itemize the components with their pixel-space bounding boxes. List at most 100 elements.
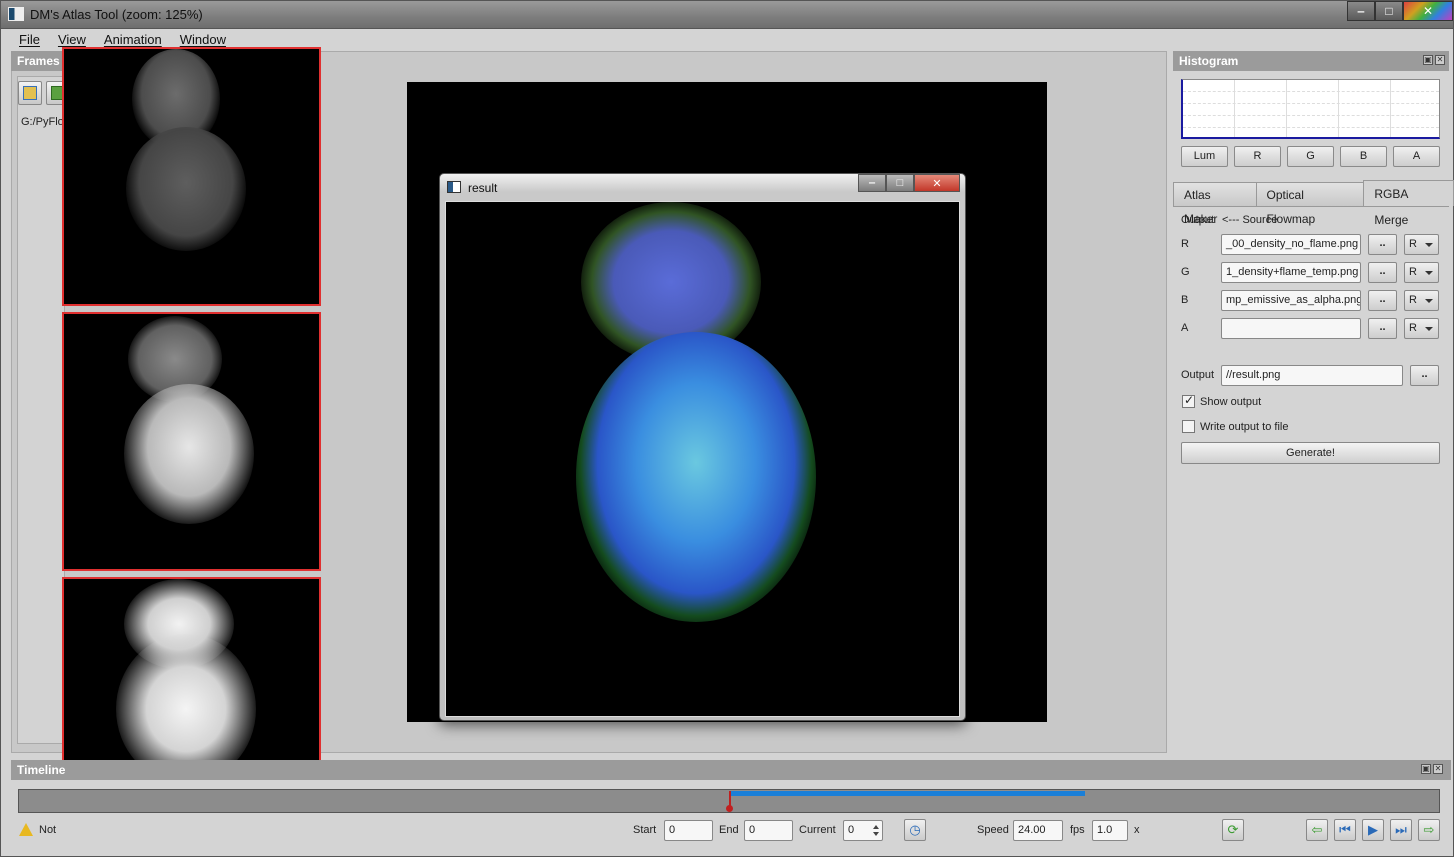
timeline-track[interactable]: [18, 789, 1440, 813]
chevron-down-icon: [1425, 327, 1433, 331]
source-file-a[interactable]: [1221, 318, 1361, 339]
speed-label: Speed: [977, 824, 1009, 836]
browse-button-a[interactable]: ..: [1368, 318, 1397, 339]
frames-path: G:/PyFlo: [21, 116, 64, 128]
source-file-r[interactable]: _00_density_no_flame.png: [1221, 234, 1361, 255]
clock-button[interactable]: ◷: [904, 819, 926, 841]
start-field[interactable]: 0: [664, 820, 713, 841]
maximize-button[interactable]: □: [1375, 1, 1403, 21]
output-file-field[interactable]: //result.png: [1221, 365, 1403, 386]
browse-button-g[interactable]: ..: [1368, 262, 1397, 283]
show-output-checkbox[interactable]: ✓: [1182, 393, 1195, 408]
histogram-lum-button[interactable]: Lum: [1181, 146, 1228, 167]
close-button[interactable]: ✕: [1403, 1, 1453, 21]
skip-start-icon: ⏮: [1339, 822, 1351, 837]
result-maximize-button[interactable]: □: [886, 174, 914, 192]
result-window-icon: [447, 181, 461, 193]
source-channel-select-g[interactable]: R: [1404, 262, 1439, 283]
rgba-merge-panel: [1173, 206, 1449, 751]
timeline-range: [731, 791, 1085, 796]
minimize-button[interactable]: ‒: [1347, 1, 1375, 21]
end-label: End: [719, 824, 739, 836]
menu-file[interactable]: File: [9, 30, 48, 50]
current-frame-spinner[interactable]: 0: [843, 820, 883, 841]
source-channel-select-r[interactable]: R: [1404, 234, 1439, 255]
output-browse-button[interactable]: ..: [1410, 365, 1439, 386]
tab-rgba-merge[interactable]: RGBA Merge: [1363, 180, 1454, 227]
histogram-a-button[interactable]: A: [1393, 146, 1440, 167]
play-icon: ▶: [1368, 822, 1378, 837]
last-frame-button[interactable]: ⏭: [1390, 819, 1412, 841]
clock-icon: ◷: [909, 822, 921, 837]
tab-atlas-maker[interactable]: Atlas Maker: [1173, 182, 1257, 226]
write-output-checkbox[interactable]: [1182, 420, 1195, 433]
step-forward-button[interactable]: ⇨: [1418, 819, 1440, 841]
generate-button[interactable]: Generate!: [1181, 442, 1440, 464]
timeline-dock-header[interactable]: Timeline ▣ ✕: [11, 760, 1451, 780]
checkmark-icon: ✓: [1184, 393, 1195, 407]
histogram-chart: [1181, 79, 1440, 139]
channel-label-b: B: [1181, 294, 1189, 306]
frame-thumbnail-g[interactable]: [62, 312, 321, 571]
frames-list[interactable]: [17, 76, 65, 744]
source-file-g[interactable]: 1_density+flame_temp.png: [1221, 262, 1361, 283]
warning-icon: [19, 823, 33, 836]
current-label: Current: [799, 824, 836, 836]
merge-source-header: <--- Source: [1222, 214, 1278, 226]
chevron-down-icon: [1425, 243, 1433, 247]
loop-icon: ⟳: [1227, 822, 1239, 837]
write-output-label: Write output to file: [1200, 421, 1289, 433]
merge-output-header: Output: [1181, 214, 1215, 226]
result-preview: [445, 201, 960, 717]
chevron-down-icon: [1425, 299, 1433, 303]
channel-label-a: A: [1181, 322, 1189, 334]
arrow-left-icon: ⇦: [1311, 822, 1323, 837]
result-close-button[interactable]: ✕: [914, 174, 960, 192]
loop-button[interactable]: ⟳: [1222, 819, 1244, 841]
smoke-shape: [124, 384, 254, 524]
histogram-b-button[interactable]: B: [1340, 146, 1387, 167]
result-window[interactable]: result ‒ □ ✕: [439, 173, 966, 721]
title-bar[interactable]: DM's Atlas Tool (zoom: 125%) ‒ □ ✕: [1, 1, 1453, 29]
arrow-right-icon: ⇨: [1423, 822, 1435, 837]
smoke-shape: [126, 127, 246, 251]
close-icon[interactable]: ✕: [1435, 55, 1445, 65]
histogram-title: Histogram: [1179, 54, 1239, 68]
histogram-r-button[interactable]: R: [1234, 146, 1281, 167]
timeline-status: Not: [39, 824, 57, 836]
channel-label-g: G: [1181, 266, 1190, 278]
browse-button-r[interactable]: ..: [1368, 234, 1397, 255]
histogram-g-button[interactable]: G: [1287, 146, 1334, 167]
open-folder-button[interactable]: [18, 81, 42, 105]
first-frame-button[interactable]: ⏮: [1334, 819, 1356, 841]
tab-optical-flowmap[interactable]: Optical Flowmap: [1255, 182, 1365, 226]
end-field[interactable]: 0: [744, 820, 793, 841]
float-icon[interactable]: ▣: [1423, 55, 1433, 65]
source-channel-select-a[interactable]: R: [1404, 318, 1439, 339]
close-icon[interactable]: ✕: [1433, 764, 1443, 774]
histogram-dock-buttons: ▣ ✕: [1423, 55, 1445, 65]
source-file-b[interactable]: mp_emissive_as_alpha.png: [1221, 290, 1361, 311]
frame-thumbnail-r[interactable]: [62, 47, 321, 306]
main-window: DM's Atlas Tool (zoom: 125%) ‒ □ ✕ File …: [0, 0, 1454, 857]
source-channel-select-b[interactable]: R: [1404, 290, 1439, 311]
browse-button-b[interactable]: ..: [1368, 290, 1397, 311]
chevron-down-icon: [1425, 271, 1433, 275]
app-icon: [8, 7, 24, 21]
multiplier-field[interactable]: 1.0: [1092, 820, 1128, 841]
speed-field[interactable]: 24.00: [1013, 820, 1063, 841]
timeline-cursor-handle[interactable]: [726, 805, 733, 812]
window-title: DM's Atlas Tool (zoom: 125%): [30, 7, 203, 22]
histogram-dock-header[interactable]: Histogram ▣ ✕: [1173, 51, 1449, 71]
spin-down-icon[interactable]: [873, 832, 879, 836]
float-icon[interactable]: ▣: [1421, 764, 1431, 774]
folder-icon: [23, 86, 37, 100]
tool-tabs: Atlas Maker Optical Flowmap RGBA Merge: [1173, 180, 1454, 227]
play-button[interactable]: ▶: [1362, 819, 1384, 841]
skip-end-icon: ⏭: [1395, 822, 1407, 837]
spin-up-icon[interactable]: [873, 825, 879, 829]
step-back-button[interactable]: ⇦: [1306, 819, 1328, 841]
result-smoke-body: [576, 332, 816, 622]
result-minimize-button[interactable]: ‒: [858, 174, 886, 192]
output-label: Output: [1181, 369, 1215, 381]
